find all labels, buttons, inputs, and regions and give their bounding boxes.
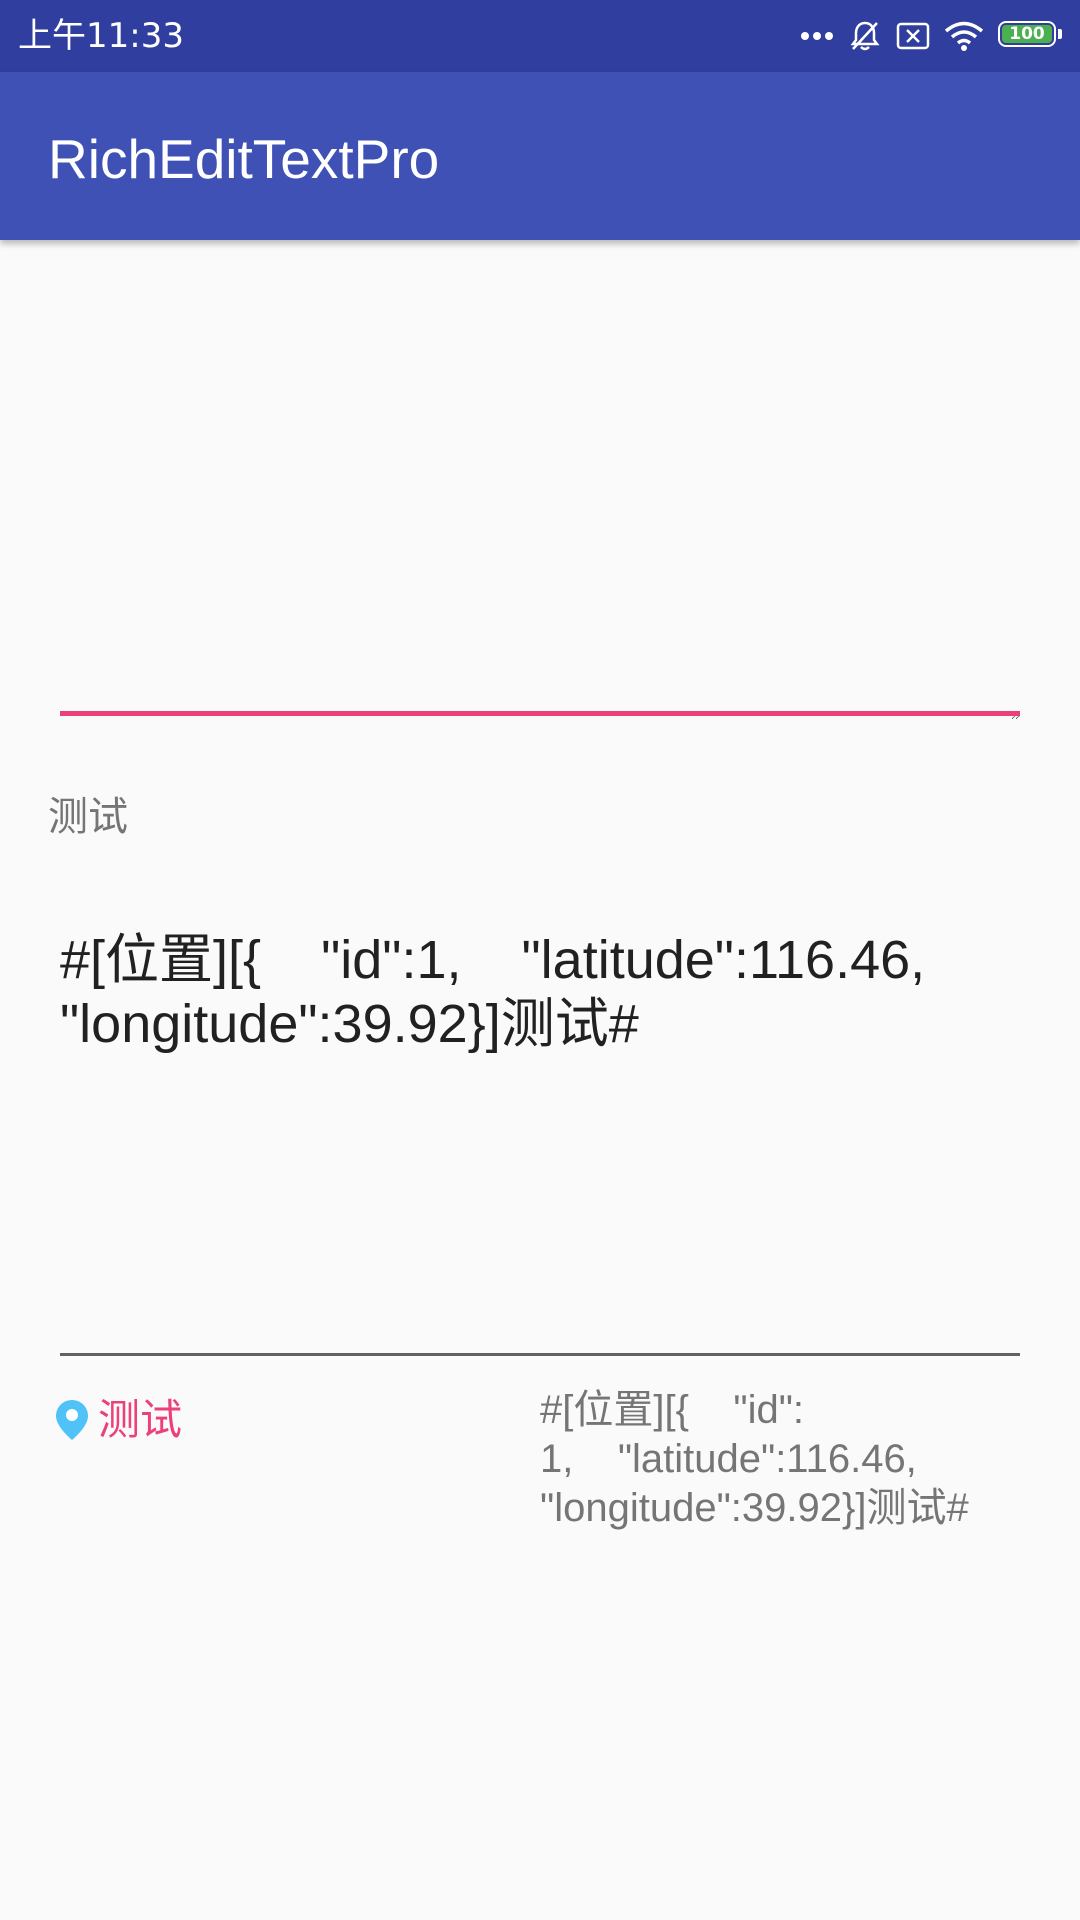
rich-text-view: 测试 [54, 1394, 182, 1446]
status-icons: 100 [800, 14, 1064, 58]
wifi-icon [944, 20, 984, 52]
raw-text-underline [60, 1353, 1020, 1356]
status-time: 上午11:33 [18, 16, 184, 56]
rich-edit-text-input[interactable] [60, 250, 1020, 720]
raw-text-line-1: #[位置][{ "id":1, "latitude":116.46, [60, 930, 926, 990]
source-text-view: #[位置][{ "id": 1, "latitude":116.46, "longi… [540, 1386, 1010, 1533]
editor-underline [60, 711, 1020, 716]
raw-text-line-2: "longitude":39.92}]测试# [60, 994, 639, 1054]
raw-text-view[interactable]: #[位置][{ "id":1, "latitude":116.46, "longi… [60, 928, 1020, 1056]
source-text-line-2: 1, "latitude":116.46, [540, 1437, 917, 1481]
bell-off-icon [848, 19, 882, 53]
more-dots-icon [800, 31, 834, 41]
app-title: RichEditTextPro [48, 128, 440, 190]
sim-x-icon [896, 21, 930, 51]
app-bar: RichEditTextPro [0, 72, 1080, 240]
battery-level: 100 [1002, 25, 1052, 43]
test-label: 测试 [48, 794, 128, 840]
rich-label: 测试 [98, 1395, 183, 1444]
status-bar: 上午11:33 100 [0, 0, 1080, 72]
battery-icon: 100 [998, 21, 1064, 51]
location-pin-icon [54, 1398, 90, 1442]
source-text-line-1: #[位置][{ "id": [540, 1388, 805, 1432]
source-text-line-3: "longitude":39.92}]测试# [540, 1486, 969, 1530]
